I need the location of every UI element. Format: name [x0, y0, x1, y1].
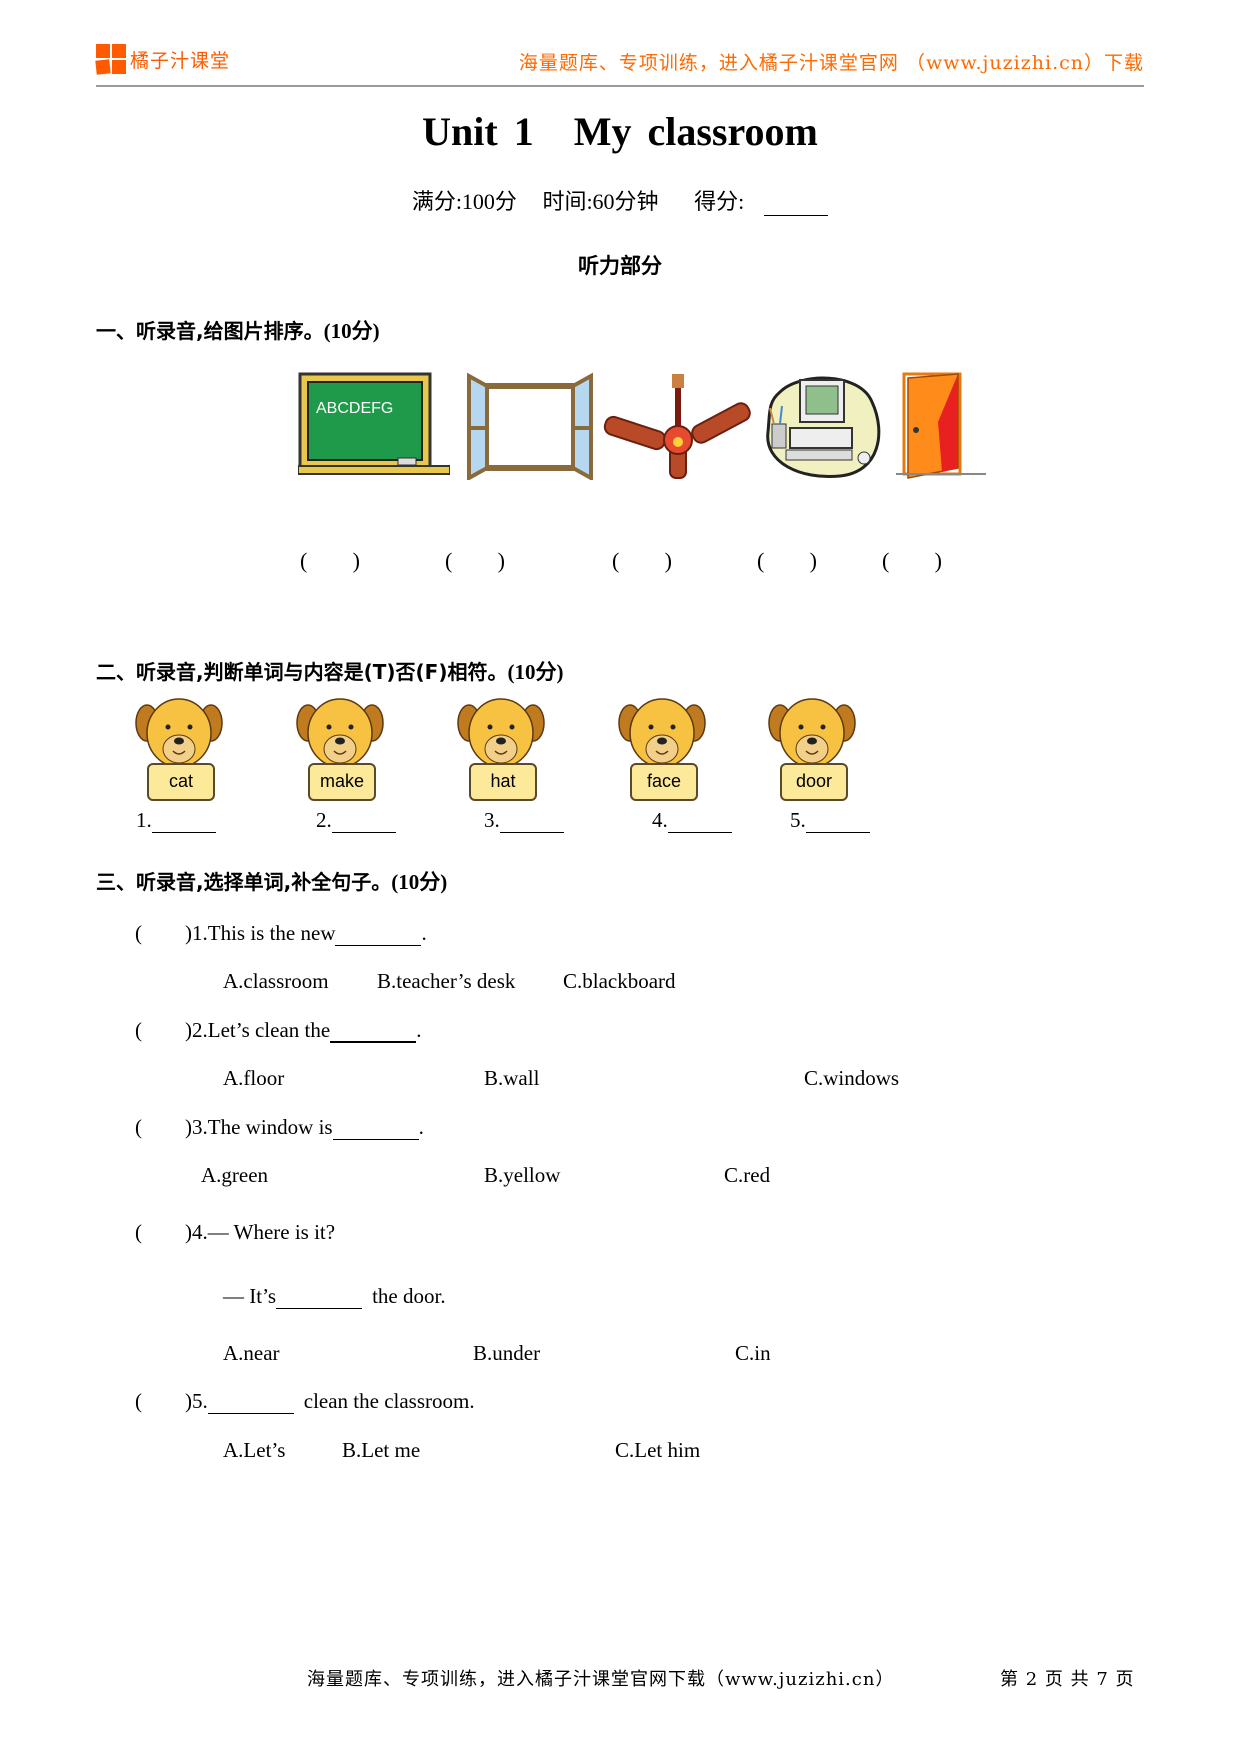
tf-blank[interactable]	[805, 810, 870, 833]
fill-blank	[276, 1286, 363, 1309]
answer-paren[interactable]: (	[135, 1389, 185, 1414]
time-limit: 时间:60分钟	[542, 189, 659, 214]
answer-slot-4[interactable]: ()	[757, 548, 817, 574]
q3-option-a[interactable]: A.green	[201, 1163, 268, 1188]
q2-option-c[interactable]: C.windows	[804, 1066, 899, 1091]
computer-icon	[760, 372, 890, 480]
q3-option-c[interactable]: C.red	[724, 1163, 770, 1188]
answer-paren[interactable]: (	[135, 1018, 185, 1043]
q1-option-c[interactable]: C.blackboard	[563, 969, 676, 994]
q5-option-a[interactable]: A.Let’s	[223, 1438, 285, 1463]
score-label: 得分:	[694, 189, 745, 214]
bear-word: door	[780, 763, 848, 801]
logo-text: 橘子汁课堂	[130, 49, 231, 72]
header-divider	[96, 85, 1144, 87]
answer-paren[interactable]: (	[135, 921, 185, 946]
question-5: ()5. clean the classroom.	[135, 1389, 475, 1414]
bear-card: face	[618, 697, 706, 801]
bear-card: make	[296, 697, 384, 801]
section-2-text: 二、听录音,判断单词与内容是(T)否(F)相符。	[96, 660, 508, 684]
bear-card: hat	[457, 697, 545, 801]
section-1-points: (10分)	[323, 319, 380, 343]
unit-number: Unit 1	[422, 109, 534, 154]
bear-word: face	[630, 763, 698, 801]
tf-blank[interactable]	[667, 810, 732, 833]
section-1-title: 一、听录音,给图片排序。(10分)	[96, 315, 380, 345]
q5-option-b[interactable]: B.Let me	[342, 1438, 420, 1463]
section-1-answers: () () () () ()	[0, 548, 1240, 578]
score-blank[interactable]	[764, 193, 829, 216]
logo-icon	[95, 44, 126, 75]
answer-slot-5[interactable]: ()	[882, 548, 942, 574]
q4-option-c[interactable]: C.in	[735, 1341, 771, 1366]
section-2-points: (10分)	[507, 660, 564, 684]
question-3: ()3.The window is.	[135, 1115, 424, 1140]
header-slogan: 海量题库、专项训练，进入橘子汁课堂官网 （www.juzizhi.cn）下载	[518, 52, 1144, 74]
tf-blank[interactable]	[331, 810, 396, 833]
tf-answer-3: 3.	[484, 808, 564, 833]
question-4-reply: — It’s the door.	[223, 1284, 446, 1309]
answer-paren[interactable]: (	[135, 1115, 185, 1140]
bear-word: cat	[147, 763, 215, 801]
tf-blank[interactable]	[151, 810, 216, 833]
tf-answer-2: 2.	[316, 808, 396, 833]
unit-name: My classroom	[573, 109, 818, 154]
page-number: 第 2 页 共 7 页	[1000, 1669, 1135, 1690]
fill-blank	[335, 923, 422, 946]
bear-card: door	[768, 697, 856, 801]
bear-word: make	[308, 763, 376, 801]
bear-card: cat	[135, 697, 223, 801]
answer-slot-3[interactable]: ()	[612, 548, 672, 574]
full-score: 满分:100分	[411, 189, 517, 214]
fill-blank	[330, 1019, 417, 1043]
section-3-title: 三、听录音,选择单词,补全句子。(10分)	[96, 866, 447, 896]
logo: 橘子汁课堂	[95, 44, 231, 75]
question-4: ()4.— Where is it?	[135, 1220, 336, 1245]
q4-option-b[interactable]: B.under	[473, 1341, 540, 1366]
q3-option-b[interactable]: B.yellow	[484, 1163, 560, 1188]
answer-slot-2[interactable]: ()	[445, 548, 505, 574]
q2-option-a[interactable]: A.floor	[223, 1066, 284, 1091]
q2-option-b[interactable]: B.wall	[484, 1066, 539, 1091]
exam-meta: 满分:100分 时间:60分钟 得分:	[0, 184, 1240, 216]
footer-slogan: 海量题库、专项训练，进入橘子汁课堂官网下载（www.juzizhi.cn）	[307, 1669, 895, 1690]
section-2-title: 二、听录音,判断单词与内容是(T)否(F)相符。(10分)	[96, 656, 563, 686]
tf-blank[interactable]	[499, 810, 564, 833]
part-title: 听力部分	[578, 254, 662, 278]
fill-blank	[332, 1117, 419, 1140]
section-3-text: 三、听录音,选择单词,补全句子。	[96, 870, 392, 894]
door-icon	[896, 372, 986, 480]
answer-slot-1[interactable]: ()	[300, 548, 360, 574]
q5-option-c[interactable]: C.Let him	[615, 1438, 700, 1463]
tf-answer-4: 4.	[652, 808, 732, 833]
window-icon	[465, 372, 595, 482]
tf-answer-1: 1.	[136, 808, 216, 833]
tf-answer-5: 5.	[790, 808, 870, 833]
section-1-text: 一、听录音,给图片排序。	[96, 319, 324, 343]
bear-word: hat	[469, 763, 537, 801]
ceiling-fan-icon	[600, 372, 756, 480]
q1-option-b[interactable]: B.teacher’s desk	[377, 969, 515, 994]
answer-paren[interactable]: (	[135, 1220, 185, 1245]
question-1: ()1.This is the new.	[135, 921, 427, 946]
q1-option-a[interactable]: A.classroom	[223, 969, 329, 994]
q4-option-a[interactable]: A.near	[223, 1341, 280, 1366]
page-title: Unit 1 My classroom	[0, 108, 1240, 155]
blackboard-icon: ABCDEFG	[297, 372, 451, 480]
question-2: ()2.Let’s clean the.	[135, 1018, 422, 1043]
section-3-points: (10分)	[391, 870, 448, 894]
fill-blank	[207, 1391, 294, 1414]
blackboard-text: ABCDEFG	[316, 400, 393, 417]
